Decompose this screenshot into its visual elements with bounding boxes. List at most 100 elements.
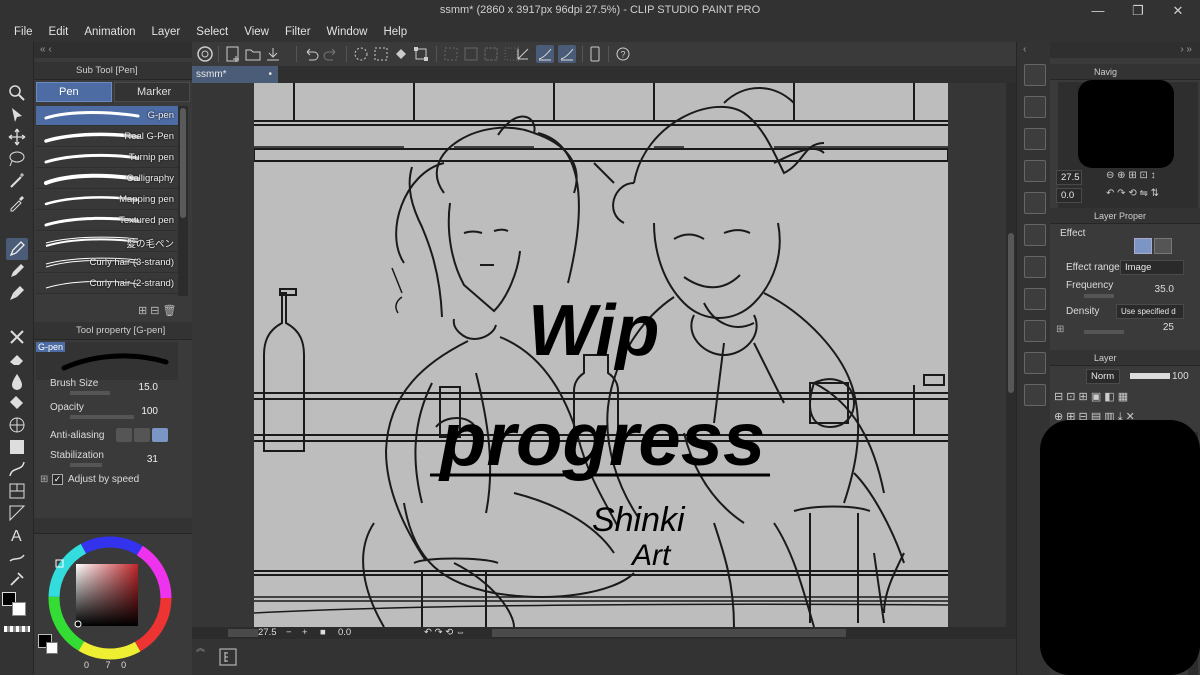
eyedropper-icon[interactable] (6, 192, 28, 214)
folder-dock-icon[interactable] (1024, 256, 1046, 278)
pen-icon[interactable] (6, 238, 28, 260)
move-layer-icon[interactable] (6, 126, 28, 148)
edit-dock-icon[interactable] (1024, 288, 1046, 310)
nav-rotate-controls[interactable]: ↶ ↷ ⟲ ⇋ ⇅ (1106, 188, 1159, 199)
horizontal-scrollbar[interactable] (492, 629, 846, 637)
blend-icon[interactable] (6, 370, 28, 392)
sub-color-swatch[interactable] (12, 602, 26, 616)
angle-value[interactable]: 0.0 (338, 627, 351, 638)
magic-wand-icon[interactable] (6, 170, 28, 192)
fill-bucket-icon[interactable] (6, 392, 28, 414)
wheel-sub-color[interactable] (46, 642, 58, 654)
clip-studio-icon[interactable] (196, 45, 214, 63)
new-file-icon[interactable] (224, 45, 242, 63)
image-material-icon[interactable] (1024, 224, 1046, 246)
collapse-icon[interactable]: ︽ (196, 641, 210, 653)
material-dock-icon[interactable] (1024, 96, 1046, 118)
layer-tool-icons-1[interactable]: ⊟ ⊡ ⊞ ▣ ◧ ▦ (1054, 390, 1128, 403)
tab-marker[interactable]: Marker (114, 82, 190, 102)
screentone-effect-icon[interactable] (1134, 238, 1152, 254)
fit-icon[interactable]: ■ (320, 627, 326, 638)
density-select[interactable]: Use specified d (1116, 304, 1184, 319)
export-dock-icon[interactable] (1024, 352, 1046, 374)
opacity-value[interactable]: 100 (122, 406, 158, 417)
blend-mode-select[interactable]: Norm (1086, 369, 1120, 384)
frequency-value[interactable]: 35.0 (1140, 284, 1174, 295)
brush-size-value[interactable]: 15.0 (122, 382, 158, 393)
brush-calligraphy[interactable]: Calligraphy (36, 169, 178, 189)
timeline-icon[interactable] (218, 647, 238, 667)
ruler-icon[interactable] (6, 502, 28, 524)
zoom-out-icon[interactable]: − (286, 627, 292, 638)
artwork-canvas[interactable]: Wip progress Shinki Art (254, 83, 948, 627)
correct-line-icon[interactable] (6, 568, 28, 590)
balloon-icon[interactable] (6, 546, 28, 568)
rotate-icons[interactable]: ↶ ↷ ⟲ ⇔ (424, 627, 465, 638)
canvas-vertical-scrollbar[interactable] (1006, 83, 1016, 627)
operation-icon[interactable] (6, 104, 28, 126)
canvas-area[interactable]: Wip progress Shinki Art (192, 83, 1016, 627)
layer-opacity-value[interactable]: 100 (1172, 371, 1189, 382)
snap-grid-icon[interactable] (558, 45, 576, 63)
zoom-slider[interactable] (228, 629, 258, 637)
decoration-icon[interactable] (6, 326, 28, 348)
download-dock-icon[interactable] (1024, 320, 1046, 342)
left-panel-collapse[interactable]: « ‹ (34, 42, 192, 58)
brush-curly-hair-3[interactable]: Curly hair (3-strand) (36, 253, 178, 273)
aa-medium-button[interactable] (152, 428, 168, 442)
redo-icon[interactable] (322, 45, 340, 63)
deselect-icon[interactable] (442, 45, 460, 63)
close-button[interactable]: ✕ (1156, 1, 1200, 21)
menu-view[interactable]: View (236, 22, 277, 42)
brush-curly-hair-2[interactable]: Curly hair (2-strand) (36, 274, 178, 294)
brush-mapping-pen[interactable]: Mapping pen (36, 190, 178, 210)
frame-border-icon[interactable] (6, 480, 28, 502)
transform-icon[interactable] (412, 45, 430, 63)
tab-pen[interactable]: Pen (36, 82, 112, 102)
history-dock-icon[interactable] (1024, 192, 1046, 214)
navigator-dock-icon[interactable] (1024, 64, 1046, 86)
aa-weak-button[interactable] (134, 428, 150, 442)
eraser-icon[interactable] (6, 348, 28, 370)
density-value[interactable]: 25 (1140, 322, 1174, 333)
expand-icon[interactable]: ⊞ (1056, 324, 1064, 335)
minimize-button[interactable]: — (1076, 1, 1120, 21)
menu-file[interactable]: File (6, 22, 41, 42)
nav-angle-field[interactable]: 0.0 (1056, 188, 1082, 203)
brush-size-slider[interactable] (70, 391, 110, 395)
brush-real-g-pen[interactable]: Real G-Pen (36, 127, 178, 147)
effect-range-select[interactable]: Image (1120, 260, 1184, 275)
sub-tool-actions[interactable]: ⊞ ⊟ 🗑 (138, 304, 177, 317)
curve-icon[interactable] (6, 458, 28, 480)
menu-select[interactable]: Select (188, 22, 236, 42)
zoom-value[interactable]: 27.5 (258, 627, 277, 638)
expand-selection-icon[interactable] (482, 45, 500, 63)
document-tab[interactable]: ssmm* • (192, 66, 278, 83)
aa-none-button[interactable] (116, 428, 132, 442)
nav-zoom-controls[interactable]: ⊖ ⊕ ⊞ ⊡ ↕ (1106, 170, 1156, 181)
brush-list-scrollbar[interactable] (178, 106, 188, 296)
menu-layer[interactable]: Layer (144, 22, 189, 42)
brush-icon[interactable] (6, 282, 28, 304)
figure-icon[interactable] (6, 436, 28, 458)
menu-filter[interactable]: Filter (277, 22, 319, 42)
density-slider[interactable] (1084, 330, 1124, 334)
favorite-dock-icon[interactable] (1024, 384, 1046, 406)
lasso-icon[interactable] (6, 148, 28, 170)
right-collapse[interactable]: ‹ (1017, 42, 1051, 58)
open-folder-icon[interactable] (244, 45, 262, 63)
transparent-color-swatch[interactable] (4, 626, 30, 632)
invert-selection-icon[interactable] (462, 45, 480, 63)
help-icon[interactable]: ? (614, 45, 632, 63)
effect-option-icon[interactable] (1154, 238, 1172, 254)
brush-turnip-pen[interactable]: Turnip pen (36, 148, 178, 168)
tablet-icon[interactable] (586, 45, 604, 63)
color-wheel[interactable] (48, 536, 172, 660)
brush-g-pen[interactable]: G-pen (36, 106, 178, 126)
undo-icon[interactable] (302, 45, 320, 63)
clear-icon[interactable] (352, 45, 370, 63)
brush-textured-pen[interactable]: Textured pen (36, 211, 178, 231)
nav-zoom-field[interactable]: 27.5 (1056, 170, 1082, 185)
layer-opacity-slider[interactable] (1130, 373, 1170, 379)
right-panel-expand[interactable]: › » (1050, 42, 1200, 58)
